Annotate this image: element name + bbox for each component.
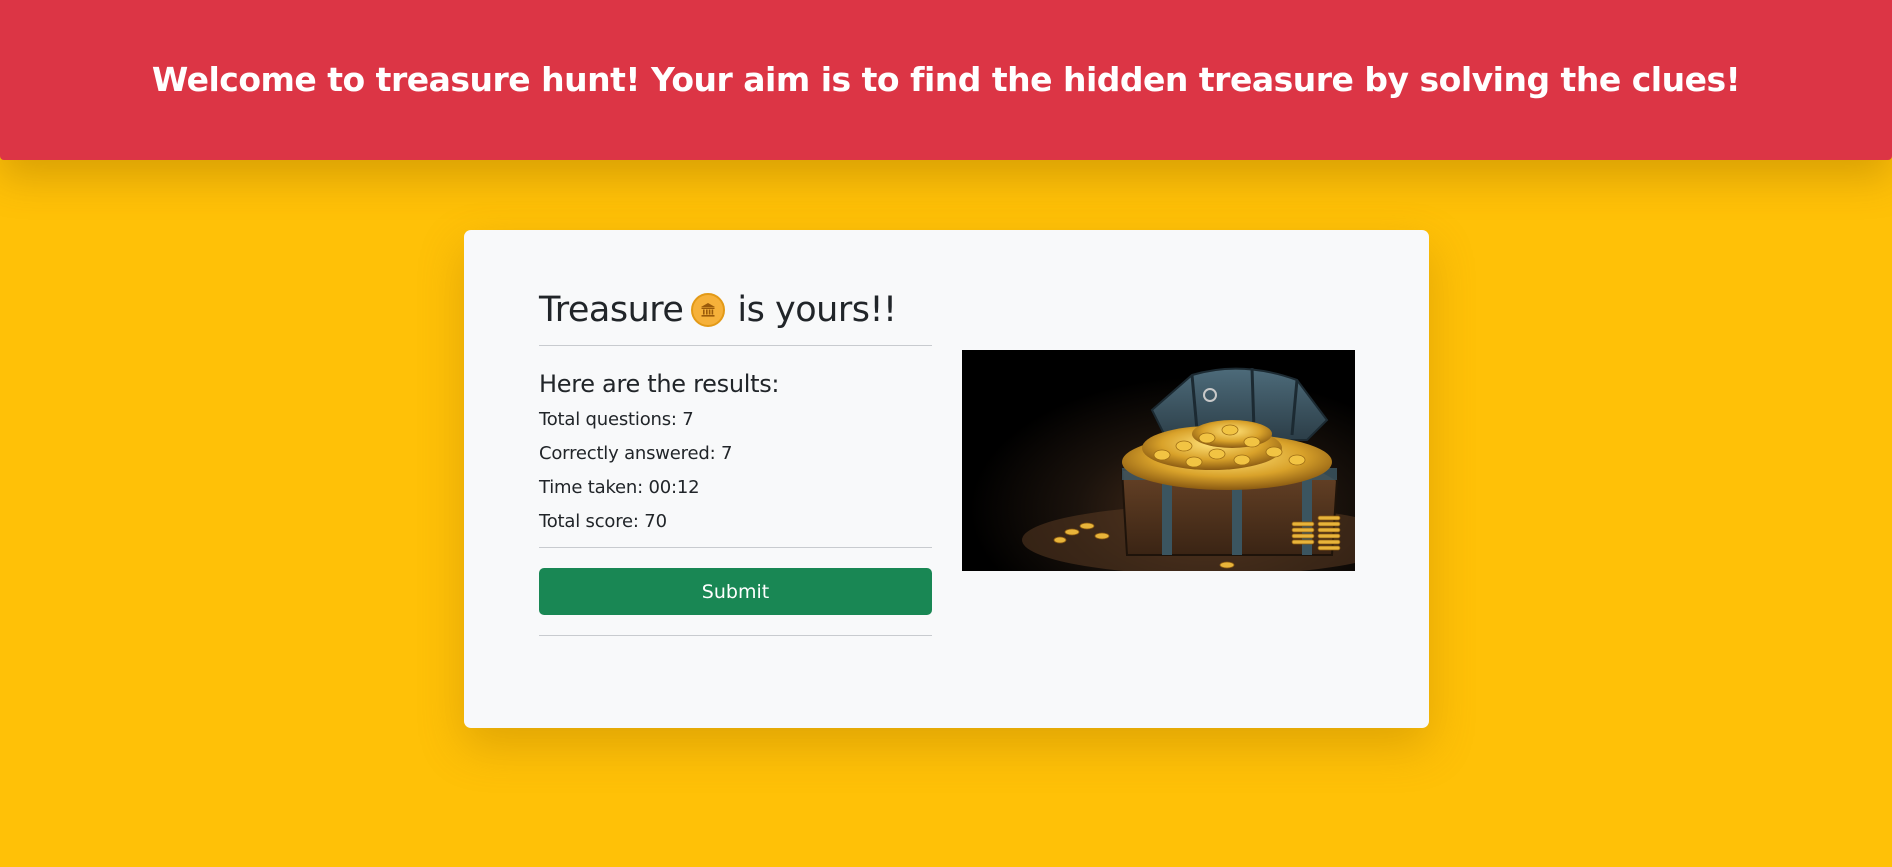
title-prefix: Treasure: [539, 290, 684, 330]
results-card: Treasure is yours!! Here are the results…: [464, 230, 1429, 728]
header-banner: Welcome to treasure hunt! Your aim is to…: [0, 0, 1892, 160]
divider: [539, 547, 932, 548]
divider: [539, 635, 932, 636]
stat-correctly-answered: Correctly answered: 7: [539, 443, 733, 464]
coin-icon: [691, 293, 726, 327]
card-title: Treasure is yours!!: [539, 286, 932, 334]
results-column: Treasure is yours!! Here are the results…: [539, 286, 932, 636]
title-suffix: is yours!!: [737, 290, 897, 330]
banner-title: Welcome to treasure hunt! Your aim is to…: [151, 59, 1741, 99]
stat-time-taken: Time taken: 00:12: [539, 477, 700, 498]
stat-total-score: Total score: 70: [539, 511, 667, 532]
stat-total-questions: Total questions: 7: [539, 409, 694, 430]
results-heading: Here are the results:: [539, 370, 780, 398]
divider: [539, 345, 932, 346]
submit-button[interactable]: Submit: [539, 568, 932, 615]
treasure-chest-image: [962, 350, 1355, 571]
